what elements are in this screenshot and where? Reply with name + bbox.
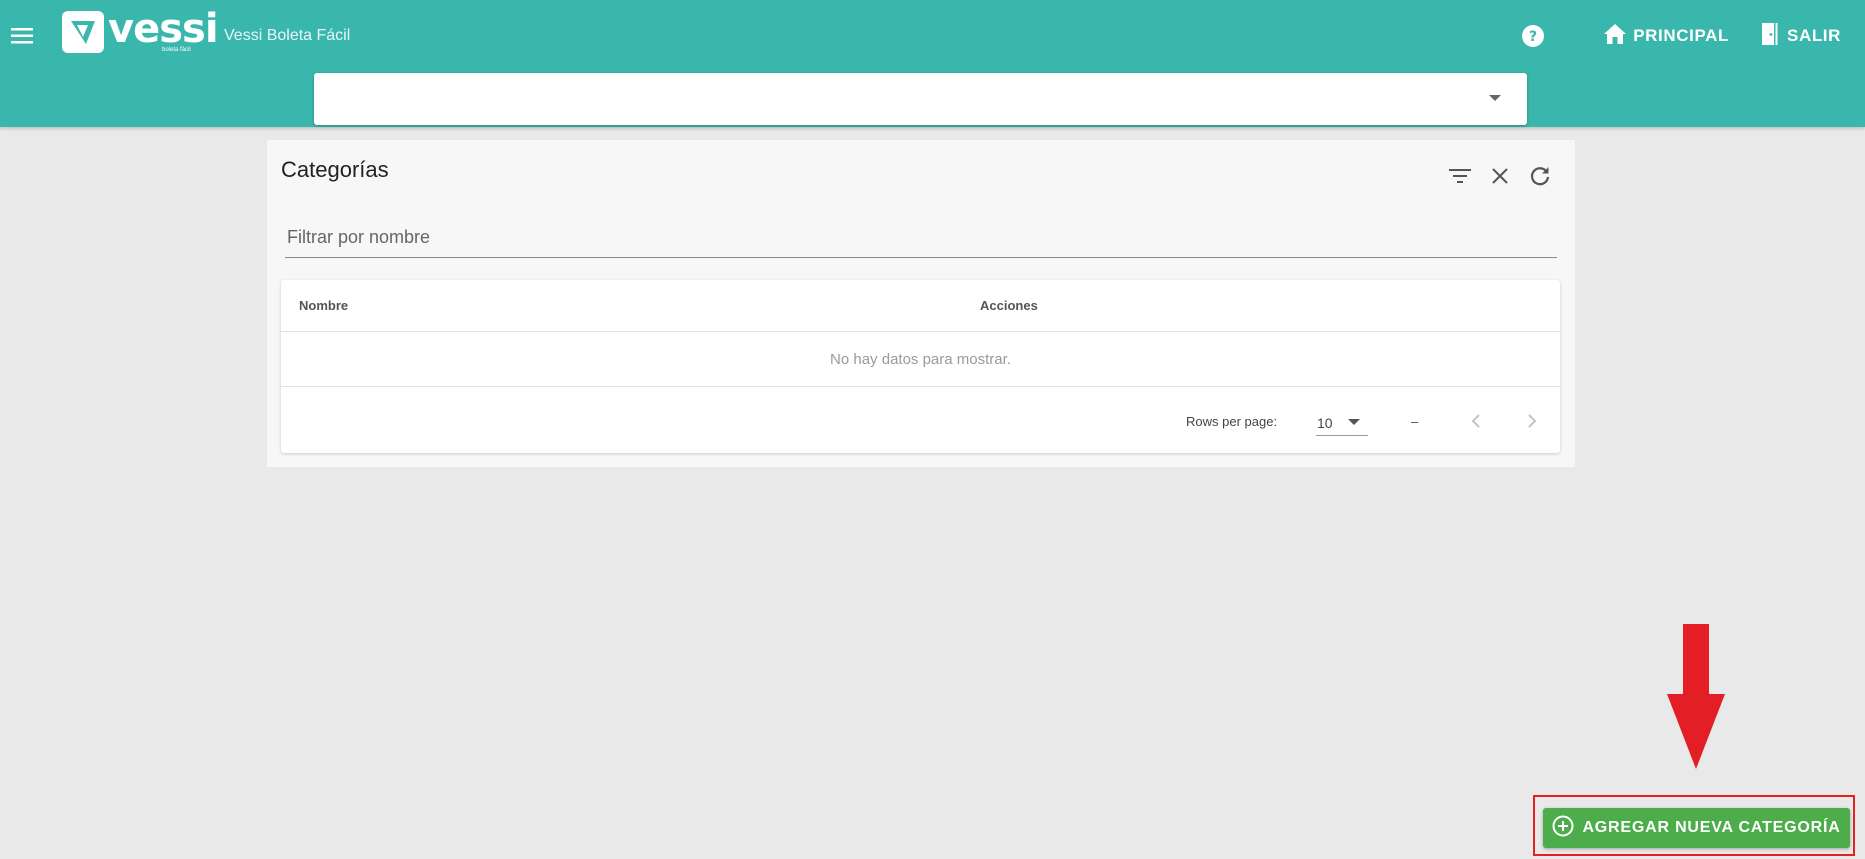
- salir-nav-button[interactable]: SALIR: [1759, 22, 1841, 51]
- chevron-left-icon: [1471, 414, 1480, 428]
- logo-subtext: boleta fácil: [162, 47, 191, 53]
- next-page-button[interactable]: [1517, 406, 1547, 436]
- card-toolbar: [1437, 162, 1557, 190]
- categories-table: Nombre Acciones No hay datos para mostra…: [281, 280, 1560, 453]
- app-title: Vessi Boleta Fácil: [224, 27, 351, 44]
- page-range: –: [1411, 414, 1419, 429]
- empty-table-message: No hay datos para mostrar.: [281, 333, 1560, 387]
- pagination: Rows per page: 10 –: [281, 388, 1560, 453]
- column-header-nombre[interactable]: Nombre: [299, 298, 348, 313]
- filter-by-name-input[interactable]: [285, 218, 1557, 258]
- close-icon[interactable]: [1483, 162, 1517, 190]
- plus-circle-icon: [1552, 815, 1582, 842]
- company-selector[interactable]: [314, 73, 1527, 125]
- categories-card: Categorías Nombre Acciones No hay datos …: [267, 140, 1575, 467]
- add-new-category-label: AGREGAR NUEVA CATEGORÍA: [1582, 819, 1841, 836]
- rows-per-page-value: 10: [1317, 415, 1333, 431]
- chevron-down-icon: [1489, 95, 1501, 101]
- annotation-arrow-icon: [1667, 624, 1725, 769]
- filter-icon[interactable]: [1443, 162, 1477, 190]
- principal-label: PRINCIPAL: [1633, 26, 1729, 45]
- page-title: Categorías: [281, 157, 389, 182]
- hamburger-menu-icon[interactable]: [8, 22, 36, 50]
- logo-mark-icon: [62, 11, 104, 53]
- help-circle-icon[interactable]: ?: [1517, 20, 1549, 52]
- rows-per-page-label: Rows per page:: [1186, 414, 1278, 429]
- principal-nav-button[interactable]: PRINCIPAL: [1603, 23, 1729, 50]
- previous-page-button[interactable]: [1461, 406, 1491, 436]
- vessi-logo[interactable]: vessi boleta fácil: [62, 6, 219, 55]
- svg-text:?: ?: [1529, 29, 1537, 45]
- top-actions: ? PRINCIPAL SALIR: [1517, 20, 1841, 52]
- logo-text: vessi: [108, 6, 219, 52]
- exit-door-icon: [1759, 22, 1787, 51]
- add-new-category-button[interactable]: AGREGAR NUEVA CATEGORÍA: [1543, 808, 1850, 848]
- chevron-down-icon: [1348, 419, 1360, 425]
- salir-label: SALIR: [1787, 26, 1841, 45]
- refresh-icon[interactable]: [1523, 162, 1557, 190]
- chevron-right-icon: [1528, 414, 1537, 428]
- table-header: Nombre Acciones: [281, 280, 1560, 332]
- home-icon: [1603, 23, 1633, 50]
- column-header-acciones: Acciones: [980, 298, 1038, 313]
- rows-per-page-select[interactable]: 10: [1316, 406, 1368, 436]
